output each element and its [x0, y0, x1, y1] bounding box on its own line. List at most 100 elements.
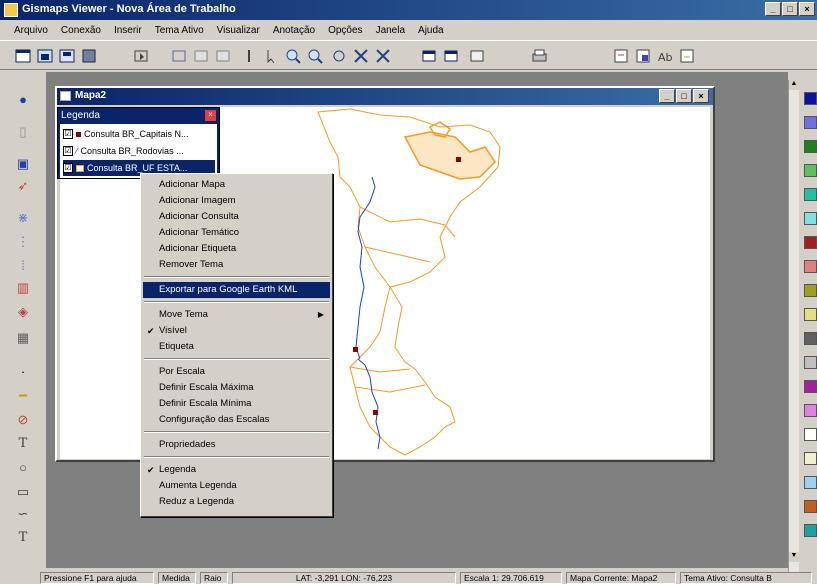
select-icon[interactable]: [132, 47, 150, 65]
theme-icon[interactable]: [612, 47, 630, 65]
line-icon[interactable]: ⋇: [13, 208, 33, 228]
context-menu-item[interactable]: Etiqueta: [143, 339, 330, 355]
points-icon[interactable]: ⁞: [13, 256, 33, 276]
zoom-in-icon-2[interactable]: [284, 47, 302, 65]
info-icon[interactable]: [170, 47, 188, 65]
map-close-button[interactable]: ×: [693, 89, 709, 103]
context-menu-item[interactable]: Remover Tema: [143, 257, 330, 273]
context-menu-item[interactable]: Move Tema ▶: [143, 307, 330, 323]
context-menu-item[interactable]: ✔ Legenda: [143, 462, 330, 478]
polygon-icon[interactable]: ⋮: [13, 232, 33, 252]
menu-tema-ativo[interactable]: Tema Ativo: [155, 25, 204, 36]
color-swatch[interactable]: [804, 116, 817, 129]
scroll-down-icon[interactable]: ▼: [789, 552, 799, 562]
context-menu-item[interactable]: Adicionar Imagem: [143, 193, 330, 209]
text-tool-icon[interactable]: T: [13, 434, 33, 454]
dot-icon[interactable]: ·: [13, 362, 33, 382]
maximize-button[interactable]: □: [782, 2, 798, 16]
context-menu-item[interactable]: Definir Escala Máxima: [143, 380, 330, 396]
legend-close-icon[interactable]: ×: [205, 110, 216, 121]
menu-conexao[interactable]: Conexão: [61, 25, 101, 36]
color-swatch[interactable]: [804, 284, 817, 297]
line-tool-icon[interactable]: ━: [13, 386, 33, 406]
map-maximize-button[interactable]: □: [676, 89, 692, 103]
minimize-button[interactable]: _: [765, 2, 781, 16]
pan-icon[interactable]: [192, 47, 210, 65]
status-radius[interactable]: Raio: [200, 572, 228, 584]
database-icon[interactable]: ▦: [13, 328, 33, 348]
legend-item[interactable]: ☑ Consulta BR_Capitais N...: [63, 126, 215, 142]
color-swatch[interactable]: [804, 500, 817, 513]
color-swatch[interactable]: [804, 332, 817, 345]
arrow-icon[interactable]: [262, 47, 280, 65]
color-swatch[interactable]: [804, 164, 817, 177]
color-swatch[interactable]: [804, 188, 817, 201]
color-swatch[interactable]: [804, 428, 817, 441]
chart-icon[interactable]: ▥: [13, 278, 33, 298]
help-icon[interactable]: [678, 47, 696, 65]
context-menu-item[interactable]: Por Escala: [143, 364, 330, 380]
cross-icon[interactable]: [352, 47, 370, 65]
color-swatch[interactable]: [804, 404, 817, 417]
view-icon[interactable]: [80, 47, 98, 65]
layers-icon[interactable]: ◈: [13, 302, 33, 322]
menu-anotacao[interactable]: Anotação: [273, 25, 315, 36]
window-icon-2[interactable]: [442, 47, 460, 65]
label-icon[interactable]: [634, 47, 652, 65]
globe-icon[interactable]: ●: [13, 90, 33, 110]
context-menu-item[interactable]: Aumenta Legenda: [143, 478, 330, 494]
rect-tool-icon[interactable]: ▭: [13, 482, 33, 502]
menu-arquivo[interactable]: Arquivo: [14, 25, 48, 36]
context-menu-item[interactable]: Definir Escala Mínima: [143, 396, 330, 412]
menu-opcoes[interactable]: Opções: [328, 25, 362, 36]
new-map-icon[interactable]: [14, 47, 32, 65]
cross-icon-2[interactable]: [374, 47, 392, 65]
color-swatch[interactable]: [804, 524, 817, 537]
status-measure[interactable]: Medida: [158, 572, 196, 584]
circle-tool-icon[interactable]: ⊘: [13, 410, 33, 430]
zoom-extent-icon[interactable]: [330, 47, 348, 65]
context-menu-item[interactable]: Exportar para Google Earth KML: [143, 282, 330, 298]
map-icon[interactable]: ▣: [13, 154, 33, 174]
menu-janela[interactable]: Janela: [376, 25, 405, 36]
save-icon[interactable]: [58, 47, 76, 65]
color-swatch[interactable]: [804, 356, 817, 369]
legend-checkbox[interactable]: ☑: [63, 163, 73, 173]
menu-ajuda[interactable]: Ajuda: [418, 25, 444, 36]
legend-item[interactable]: ☑ ∕ Consulta BR_Rodovias ...: [63, 143, 215, 159]
close-button[interactable]: ×: [799, 2, 815, 16]
scroll-up-icon[interactable]: ▲: [789, 80, 799, 90]
vertical-scrollbar[interactable]: ▲ ▼: [788, 80, 799, 572]
color-swatch[interactable]: [804, 236, 817, 249]
arrow-icon[interactable]: ➶: [13, 176, 33, 196]
color-swatch[interactable]: [804, 452, 817, 465]
map-minimize-button[interactable]: _: [659, 89, 675, 103]
color-swatch[interactable]: [804, 140, 817, 153]
context-menu-item[interactable]: Configuração das Escalas: [143, 412, 330, 428]
select-icon[interactable]: ▯: [13, 122, 33, 142]
color-swatch[interactable]: [804, 92, 817, 105]
zoom-out-icon[interactable]: [306, 47, 324, 65]
measure-icon[interactable]: [240, 47, 258, 65]
color-swatch[interactable]: [804, 212, 817, 225]
text-big-icon[interactable]: T: [13, 528, 33, 548]
context-menu-item[interactable]: Reduz a Legenda: [143, 494, 330, 510]
color-swatch[interactable]: [804, 308, 817, 321]
menu-inserir[interactable]: Inserir: [114, 25, 142, 36]
window-icon[interactable]: [420, 47, 438, 65]
ellipse-tool-icon[interactable]: ○: [13, 458, 33, 478]
menu-visualizar[interactable]: Visualizar: [217, 25, 260, 36]
grid-icon[interactable]: [468, 47, 486, 65]
print-icon[interactable]: [530, 47, 548, 65]
context-menu-item[interactable]: Adicionar Etiqueta: [143, 241, 330, 257]
text-format-icon[interactable]: Ab: [656, 47, 674, 65]
context-menu-item[interactable]: ✔ Visível: [143, 323, 330, 339]
context-menu-item[interactable]: Adicionar Mapa: [143, 177, 330, 193]
legend-checkbox[interactable]: ☑: [63, 129, 73, 139]
color-swatch[interactable]: [804, 260, 817, 273]
color-swatch[interactable]: [804, 380, 817, 393]
context-menu-item[interactable]: Propriedades: [143, 437, 330, 453]
zoom-in-icon[interactable]: [214, 47, 232, 65]
context-menu-item[interactable]: Adicionar Temático: [143, 225, 330, 241]
legend-checkbox[interactable]: ☑: [63, 146, 73, 156]
